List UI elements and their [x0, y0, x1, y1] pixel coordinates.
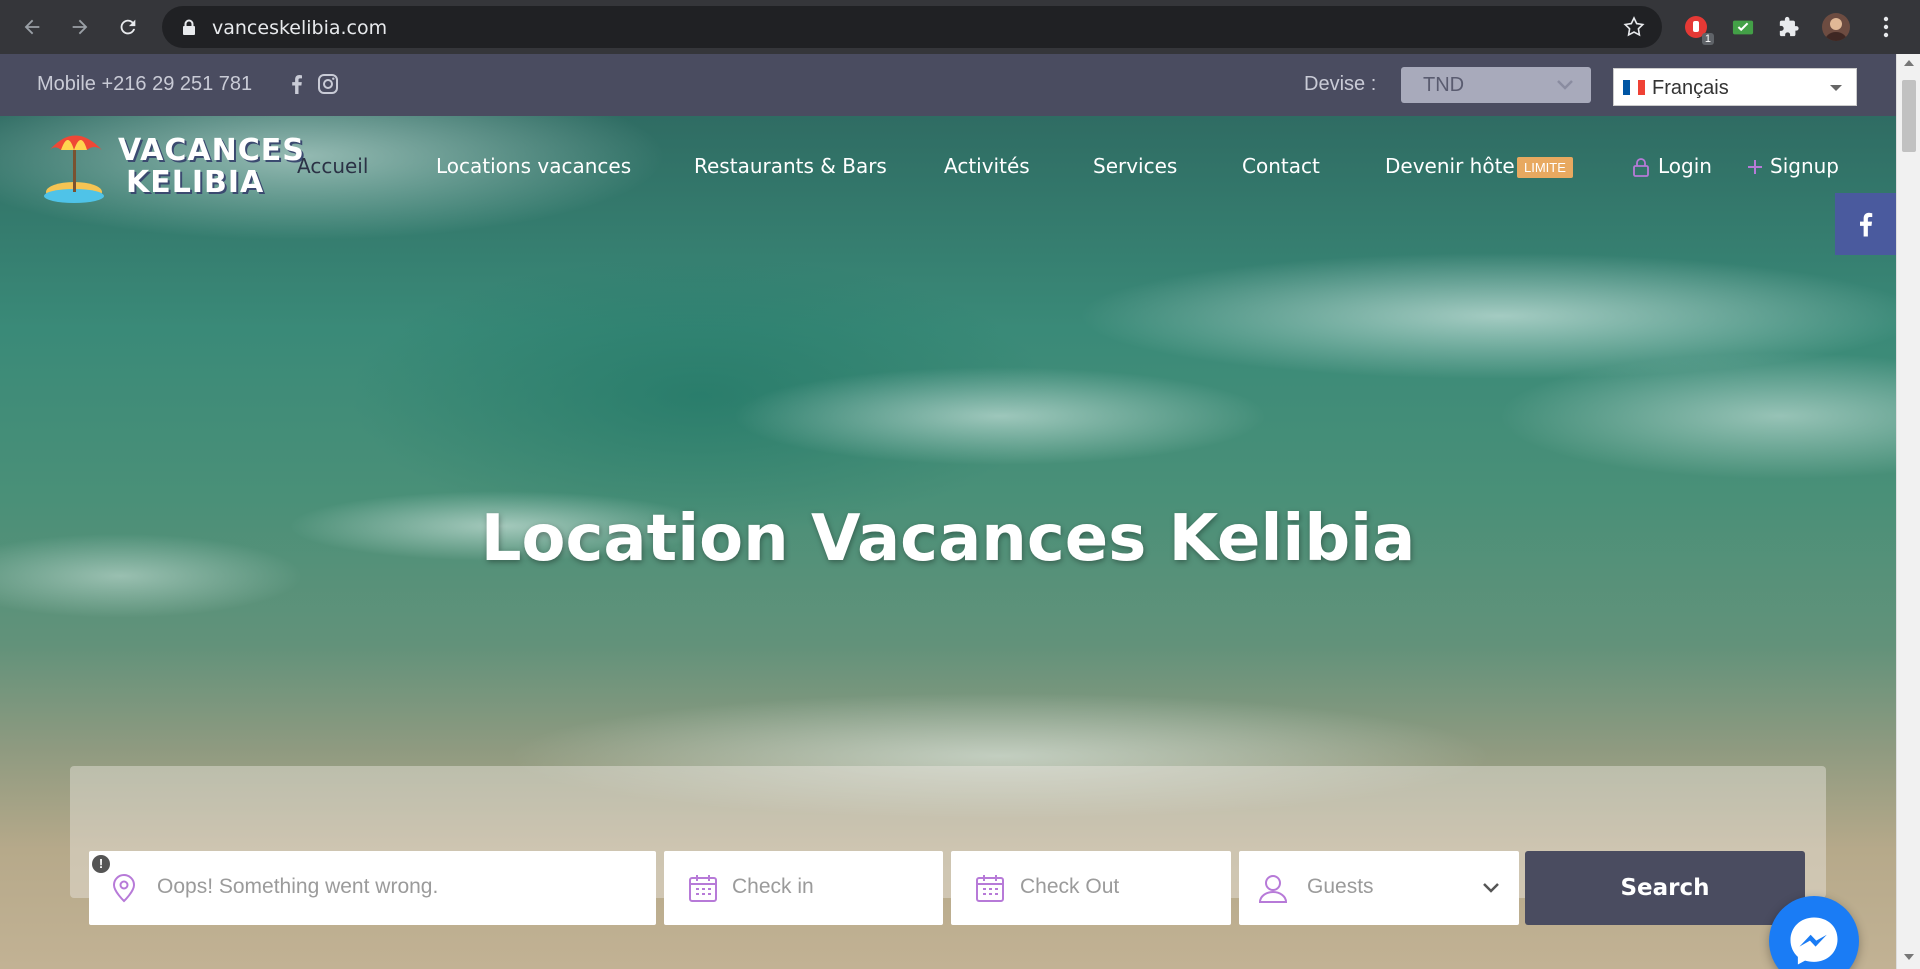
search-button[interactable]: Search: [1525, 851, 1805, 925]
puzzle-icon: [1779, 16, 1799, 37]
nav-locations-vacances[interactable]: Locations vacances: [436, 154, 631, 184]
facebook-icon[interactable]: [285, 72, 309, 96]
back-button[interactable]: [16, 11, 48, 43]
error-icon: !: [92, 855, 110, 873]
nav-login[interactable]: Login: [1658, 154, 1712, 184]
calendar-icon: [689, 875, 717, 902]
location-input[interactable]: Oops! Something went wrong.: [89, 851, 656, 925]
address-bar[interactable]: vanceskelibia.com: [162, 6, 1662, 48]
bookmark-star-icon[interactable]: [1622, 15, 1646, 39]
nav-accueil[interactable]: Accueil: [297, 154, 368, 184]
currency-label: Devise :: [1304, 73, 1377, 95]
url-text: vanceskelibia.com: [212, 17, 388, 39]
top-info-bar: Mobile +216 29 251 781 Devise : TND Fran…: [0, 54, 1896, 116]
language-value: Français: [1652, 77, 1729, 99]
checkin-input[interactable]: Check in: [664, 851, 943, 925]
guests-select[interactable]: Guests: [1239, 851, 1519, 925]
nav-devenir-hote[interactable]: Devenir hôte: [1385, 154, 1515, 184]
checkout-input[interactable]: Check Out: [951, 851, 1231, 925]
mail-check-icon: [1732, 20, 1754, 35]
arrow-left-icon: [24, 19, 40, 35]
extension-mail[interactable]: [1729, 13, 1757, 41]
instagram-icon[interactable]: [316, 72, 340, 96]
extension-adblock[interactable]: 1: [1682, 13, 1714, 45]
extensions-button[interactable]: [1775, 13, 1803, 41]
limite-badge: LIMITE: [1517, 157, 1573, 178]
browser-toolbar: vanceskelibia.com 1: [0, 0, 1920, 54]
scrollbar-thumb[interactable]: [1902, 80, 1916, 152]
site-logo[interactable]: VACANCES KELIBIA: [38, 128, 305, 206]
nav-contact[interactable]: Contact: [1242, 154, 1320, 184]
arrow-right-icon: [72, 19, 88, 35]
logo-line-1: VACANCES: [118, 133, 305, 168]
checkout-placeholder: Check Out: [1020, 875, 1120, 898]
currency-select[interactable]: TND: [1401, 67, 1591, 103]
mobile-phone: Mobile +216 29 251 781: [37, 73, 253, 95]
nav-services[interactable]: Services: [1093, 154, 1177, 184]
lock-icon: [1633, 158, 1649, 177]
page-viewport: Mobile +216 29 251 781 Devise : TND Fran…: [0, 54, 1920, 969]
user-icon: [1258, 875, 1288, 903]
profile-avatar[interactable]: [1822, 13, 1850, 41]
kebab-menu-icon: [1883, 16, 1889, 38]
currency-value: TND: [1423, 74, 1465, 96]
beach-umbrella-icon: [44, 135, 104, 203]
map-pin-icon: [112, 874, 136, 903]
nav-signup[interactable]: Signup: [1770, 154, 1839, 184]
forward-button[interactable]: [64, 11, 96, 43]
caret-down-icon: [1830, 85, 1842, 91]
avatar-icon: [1825, 18, 1847, 41]
chrome-menu-button[interactable]: [1872, 13, 1900, 41]
france-flag-icon: [1623, 80, 1645, 95]
nav-activites[interactable]: Activités: [944, 154, 1030, 184]
hero-title: Location Vacances Kelibia: [480, 502, 1416, 576]
calendar-icon: [976, 875, 1004, 902]
extension-badge: 1: [1701, 33, 1714, 45]
reload-button[interactable]: [112, 11, 144, 43]
chevron-down-icon: [1483, 883, 1499, 893]
page-scrollbar[interactable]: [1896, 54, 1920, 969]
nav-restaurants-bars[interactable]: Restaurants & Bars: [694, 154, 887, 184]
guests-placeholder: Guests: [1307, 875, 1374, 898]
facebook-icon: [1859, 212, 1872, 237]
reload-icon: [120, 19, 136, 35]
scroll-down-arrow-icon[interactable]: [1904, 954, 1914, 960]
scroll-up-arrow-icon[interactable]: [1904, 60, 1914, 66]
plus-icon: [1748, 160, 1762, 174]
language-select[interactable]: Français: [1613, 68, 1857, 106]
lock-icon: [183, 19, 195, 35]
facebook-float-button[interactable]: [1835, 193, 1896, 255]
location-placeholder: Oops! Something went wrong.: [157, 875, 439, 898]
messenger-icon: [1790, 917, 1838, 965]
logo-line-2: KELIBIA: [126, 165, 265, 200]
checkin-placeholder: Check in: [732, 875, 814, 898]
chevron-down-icon: [1557, 80, 1573, 90]
